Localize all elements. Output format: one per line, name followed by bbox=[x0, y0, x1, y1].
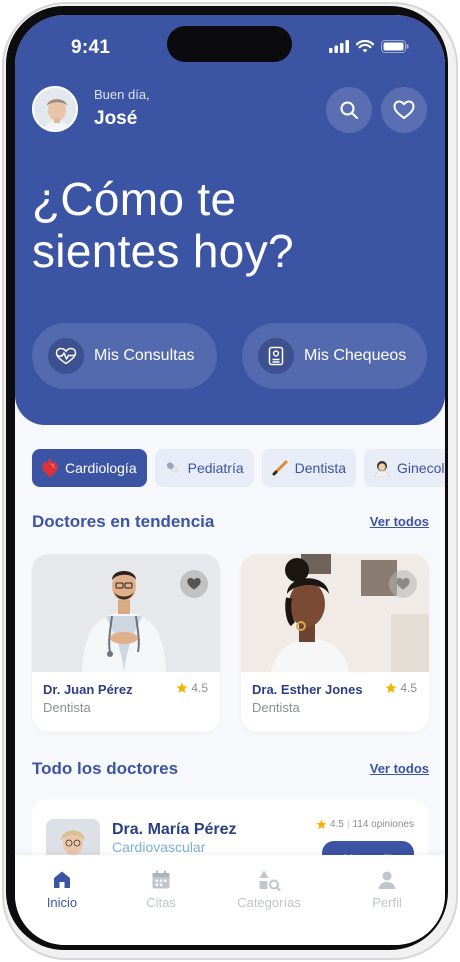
signal-icon bbox=[329, 40, 349, 53]
dynamic-island bbox=[167, 26, 292, 62]
title-line-1: ¿Cómo te bbox=[32, 173, 237, 225]
heartbeat-icon bbox=[48, 338, 84, 374]
person-icon bbox=[378, 871, 396, 889]
avatar[interactable] bbox=[32, 86, 78, 132]
trending-title: Doctores en tendencia bbox=[32, 512, 215, 531]
doctor-specialty: Dentista bbox=[252, 700, 300, 715]
tab-perfil[interactable]: Perfil bbox=[342, 869, 432, 910]
tab-categorias[interactable]: Categorías bbox=[224, 869, 314, 910]
search-icon bbox=[340, 101, 358, 119]
heart-icon bbox=[393, 100, 415, 119]
doctor-rating: 4.5 | 114 opiniones bbox=[316, 819, 414, 830]
search-button[interactable] bbox=[326, 87, 372, 133]
pill-icon bbox=[166, 462, 179, 474]
doctor-rating: 4.5 bbox=[385, 681, 417, 695]
wifi-icon bbox=[356, 40, 374, 53]
categories-icon bbox=[259, 870, 281, 891]
category-label: Dentista bbox=[294, 460, 347, 476]
hero-header: 9:41 Buen día, José ¿Cómo te sientes hoy… bbox=[15, 15, 445, 425]
user-photo bbox=[34, 88, 76, 130]
category-ginecologia[interactable]: Ginecología bbox=[364, 449, 445, 487]
doctor-woman-icon bbox=[374, 461, 390, 477]
star-icon bbox=[385, 682, 397, 693]
greeting-text: Buen día, bbox=[94, 87, 150, 102]
category-label: Pediatría bbox=[187, 460, 244, 476]
tab-label: Perfil bbox=[372, 895, 402, 910]
favorite-button[interactable] bbox=[389, 570, 417, 598]
my-consultations-button[interactable]: Mis Consultas bbox=[32, 323, 217, 389]
doctor-rating: 4.5 bbox=[176, 681, 208, 695]
pencil-icon bbox=[272, 460, 288, 476]
heart-icon bbox=[396, 578, 410, 590]
tab-label: Categorías bbox=[237, 895, 301, 910]
calendar-icon bbox=[152, 870, 170, 889]
tab-label: Inicio bbox=[46, 895, 78, 910]
favorite-button[interactable] bbox=[180, 570, 208, 598]
rating-value: 4.5 bbox=[191, 681, 208, 695]
rating-value: 4.5 bbox=[400, 681, 417, 695]
all-doctors-title: Todo los doctores bbox=[32, 759, 179, 778]
doctor-name: Dra. María Pérez bbox=[112, 821, 237, 838]
trending-see-all-link[interactable]: Ver todos bbox=[370, 514, 429, 529]
reviews-count: 114 opiniones bbox=[352, 819, 414, 830]
status-icons bbox=[329, 40, 409, 53]
category-cardiologia[interactable]: Cardiología bbox=[32, 449, 147, 487]
category-dentista[interactable]: Dentista bbox=[261, 449, 357, 487]
rating-divider: | bbox=[346, 819, 350, 830]
my-checkups-label: Mis Chequeos bbox=[304, 347, 407, 364]
title-line-2: sientes hoy? bbox=[32, 225, 294, 277]
star-icon bbox=[316, 819, 327, 830]
category-label: Ginecología bbox=[397, 460, 445, 476]
category-label: Cardiología bbox=[65, 460, 137, 476]
home-icon bbox=[54, 871, 70, 888]
my-checkups-button[interactable]: Mis Chequeos bbox=[242, 323, 427, 389]
doctor-name: Dr. Juan Pérez bbox=[43, 682, 133, 697]
favorites-button[interactable] bbox=[381, 87, 427, 133]
doctor-card[interactable]: Dra. Esther Jones Dentista 4.5 bbox=[241, 554, 429, 732]
status-time: 9:41 bbox=[71, 37, 111, 58]
doctor-specialty: Cardiovascular bbox=[112, 839, 206, 855]
heart-icon bbox=[187, 578, 201, 590]
category-chips: Cardiología Pediatría Dentista Ginecolog… bbox=[32, 449, 445, 487]
app-screen: 9:41 Buen día, José ¿Cómo te sientes hoy… bbox=[15, 15, 445, 945]
star-icon bbox=[176, 682, 188, 693]
tab-citas[interactable]: Citas bbox=[116, 869, 206, 910]
doctor-card[interactable]: Dr. Juan Pérez Dentista 4.5 bbox=[32, 554, 220, 732]
clipboard-icon bbox=[258, 338, 294, 374]
rating-value: 4.5 bbox=[329, 819, 344, 830]
doctor-name: Dra. Esther Jones bbox=[252, 682, 363, 697]
bottom-tab-bar: Inicio Citas Categorías Perfil bbox=[15, 855, 445, 945]
all-doctors-see-all-link[interactable]: Ver todos bbox=[370, 761, 429, 776]
page-title: ¿Cómo te sientes hoy? bbox=[32, 173, 412, 277]
user-name: José bbox=[94, 108, 138, 129]
tab-label: Citas bbox=[146, 895, 176, 910]
my-consultations-label: Mis Consultas bbox=[94, 347, 195, 364]
doctor-specialty: Dentista bbox=[43, 700, 91, 715]
heart-organ-icon bbox=[42, 459, 58, 477]
tab-inicio[interactable]: Inicio bbox=[17, 869, 107, 910]
battery-icon bbox=[381, 40, 409, 53]
category-pediatria[interactable]: Pediatría bbox=[154, 449, 254, 487]
